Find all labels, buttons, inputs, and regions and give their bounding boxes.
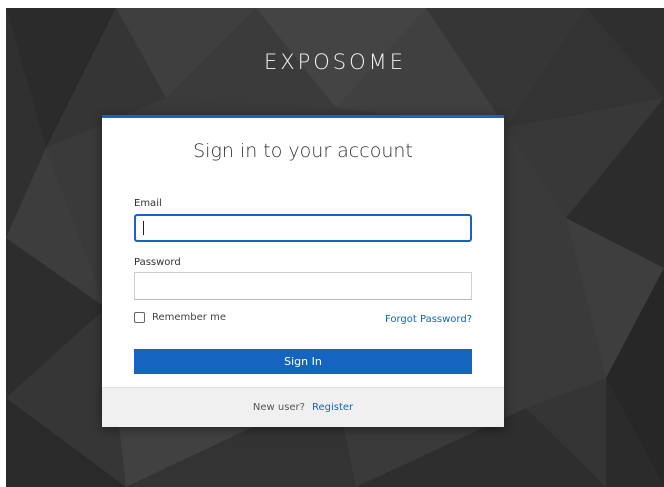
- remember-me-checkbox[interactable]: [134, 312, 145, 323]
- email-label: Email: [134, 198, 162, 209]
- register-footer: New user? Register: [102, 387, 504, 427]
- new-user-text: New user?: [252, 402, 305, 413]
- password-label: Password: [134, 257, 181, 268]
- forgot-password-link[interactable]: Forgot Password?: [385, 314, 472, 325]
- login-title: Sign in to your account: [193, 140, 413, 162]
- brand-title: EXPOSOME: [263, 50, 407, 74]
- email-field[interactable]: [134, 214, 472, 242]
- remember-me-label: Remember me: [152, 312, 226, 323]
- register-link[interactable]: Register: [312, 402, 353, 413]
- password-field[interactable]: [134, 272, 472, 300]
- login-card: Sign in to your account Email Password R…: [102, 115, 504, 427]
- remember-me[interactable]: Remember me: [134, 312, 226, 323]
- sign-in-button[interactable]: Sign In: [134, 349, 472, 374]
- text-cursor: [143, 221, 144, 235]
